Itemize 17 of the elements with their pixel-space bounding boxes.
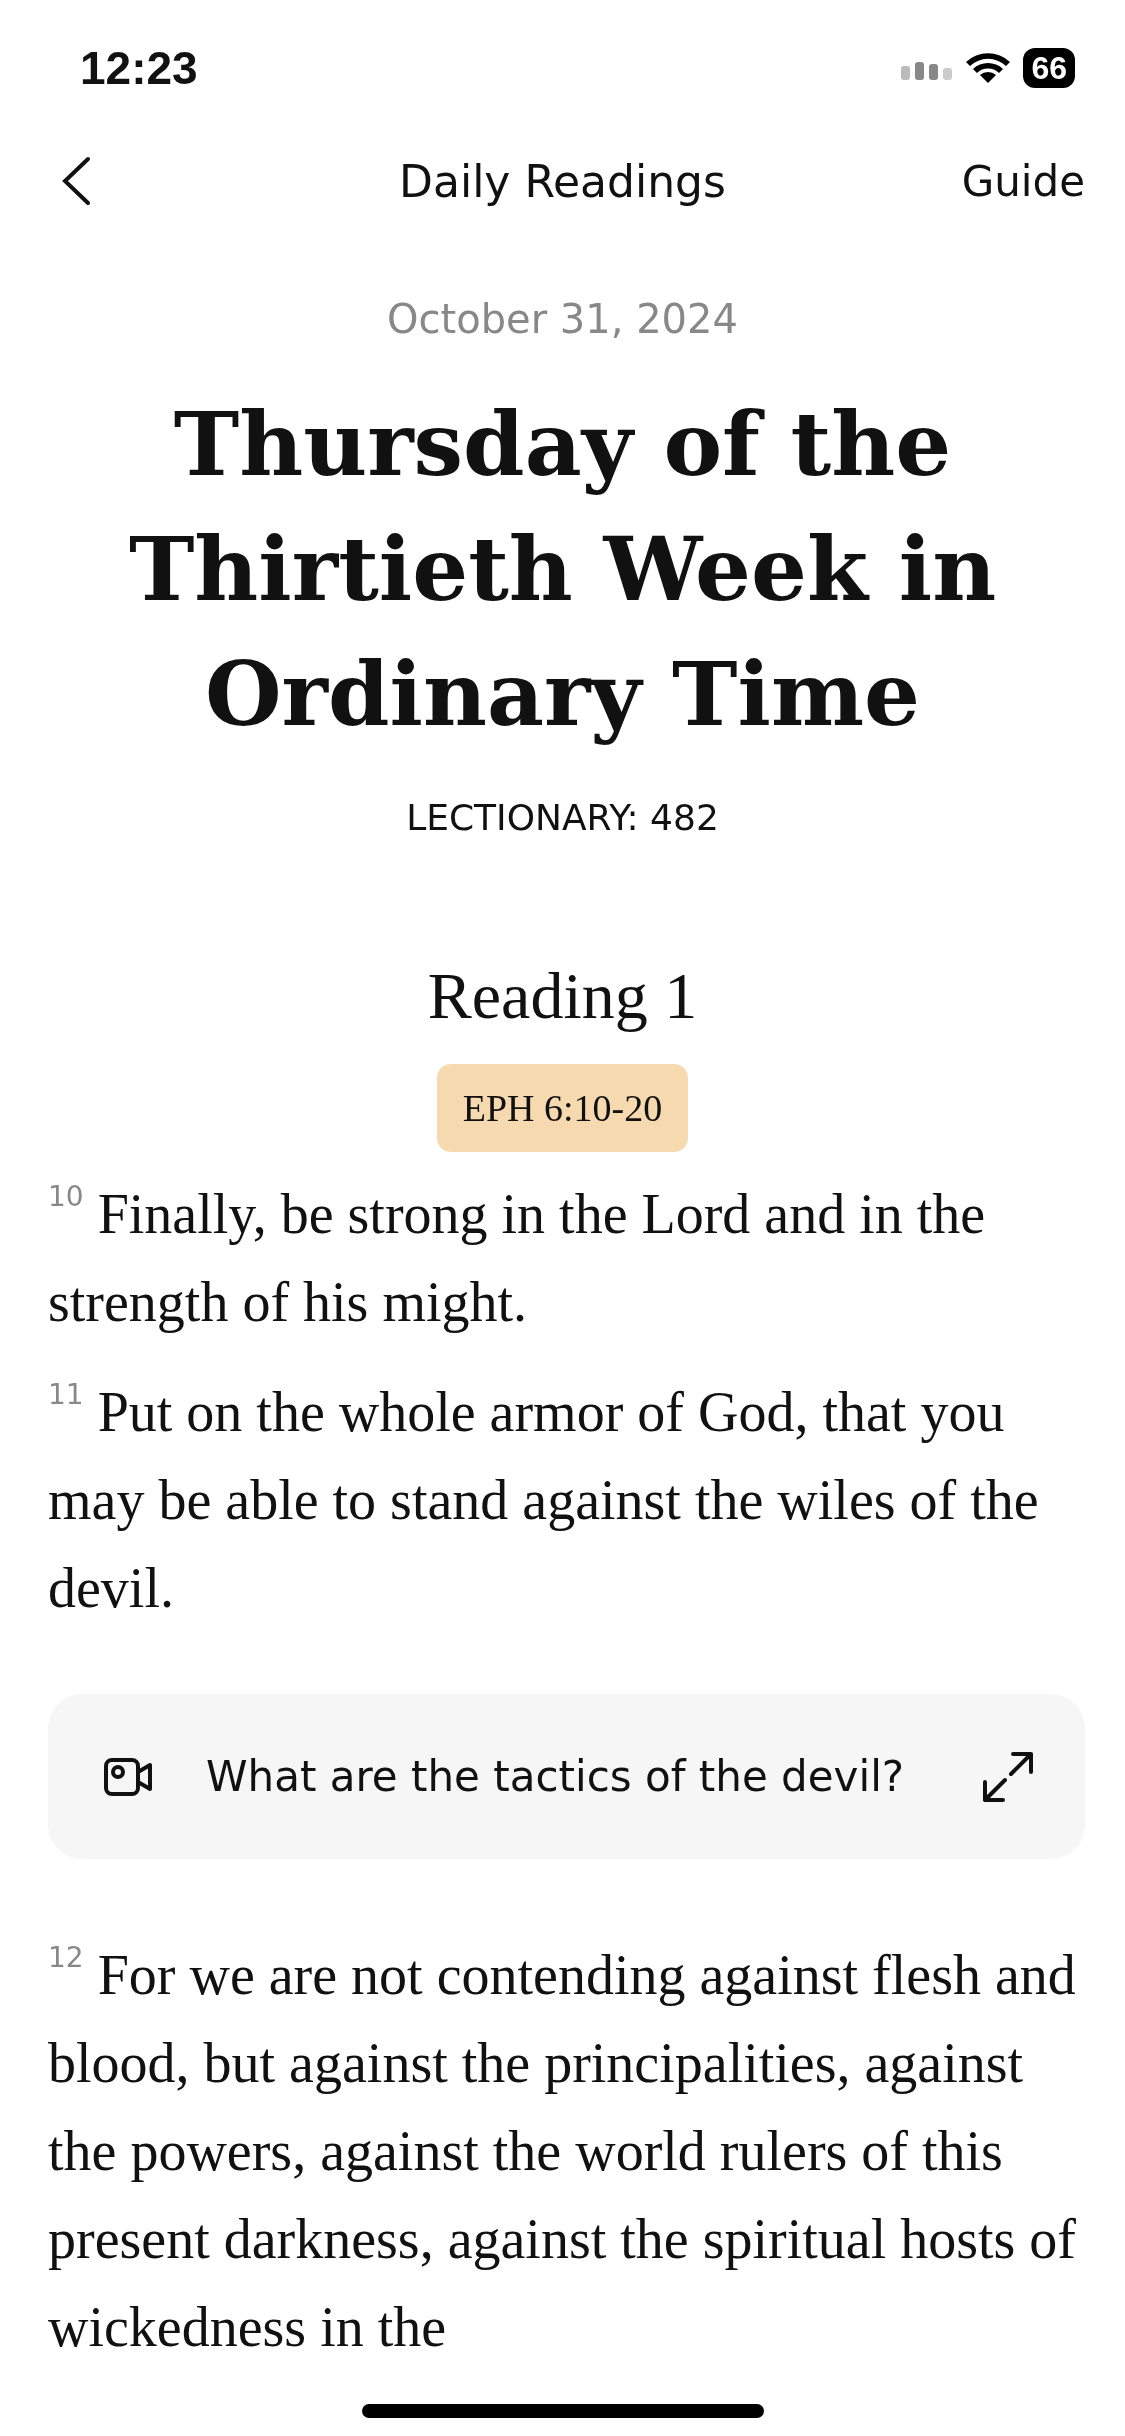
screen-title: Daily Readings [399, 155, 726, 207]
status-time: 12:23 [80, 41, 198, 95]
verse-text: $^{10}$ Finally, be strong in the Lord and in the strength of his might. [48, 1179, 987, 1335]
verse-text: $^{11}$ Put on the whole armor of God, that you may be able to stand against the wiles of the devil. [48, 1377, 1040, 1621]
expand-icon [981, 1749, 1035, 1804]
date-label: October 31, 2024 [386, 296, 739, 342]
video-camera-icon [104, 1755, 154, 1798]
battery-indicator: 66 [1023, 48, 1075, 88]
reading-heading: Reading 1 [426, 958, 699, 1034]
back-icon[interactable] [60, 156, 92, 206]
reference-tag[interactable]: EPH 6:10-20 [436, 1064, 689, 1152]
lectionary-label: LECTIONARY: 482 [405, 797, 720, 838]
wifi-icon [965, 51, 1012, 85]
day-title: Thursday of the Thirtieth Week in Ordinary Time [127, 391, 998, 748]
verse-text: $^{12}$ For we are not contending against flesh and blood, but against the principalities, against the powers, against the world rulers of this present darkness, against the spiritual hosts of wickedness in the [48, 1940, 1077, 2360]
question-card[interactable]: What are the tactics of the devil? [48, 1694, 1085, 1859]
guide-button[interactable]: Guide [961, 156, 1085, 206]
